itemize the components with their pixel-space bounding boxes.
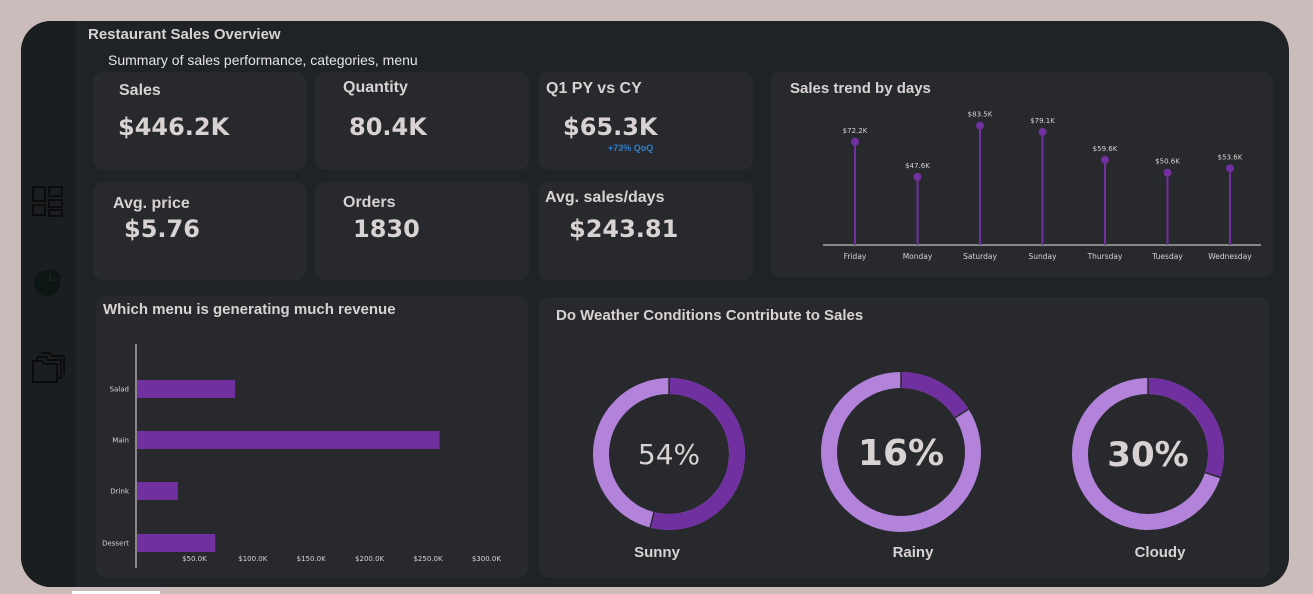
revenue-bar — [137, 431, 440, 449]
lollipop-point — [1163, 168, 1172, 177]
revenue-bar — [137, 380, 236, 398]
revenue-bar — [137, 482, 178, 500]
data-label: $72.2K — [843, 127, 868, 135]
weather-donuts: 54% 16% 30% — [593, 372, 1224, 532]
lollipop-point — [976, 121, 984, 130]
data-label: $79.1K — [1030, 117, 1055, 125]
page-subtitle: Summary of sales performance, categories… — [108, 52, 418, 68]
kpi-card-avg-sales-days: Avg. sales/days $243.81 — [538, 182, 753, 280]
kpi-label: Avg. price — [113, 195, 190, 212]
kpi-card-sales: Sales $446.2K — [93, 72, 306, 170]
qoq-delta-badge: +73% QoQ — [608, 143, 654, 153]
kpi-value: $65.3K — [563, 113, 658, 141]
donut-label-sunny: Sunny — [634, 544, 680, 561]
weather-card: Do Weather Conditions Contribute to Sale… — [539, 297, 1270, 578]
dashboard-icon[interactable] — [31, 185, 65, 219]
y-tick-label: Salad — [110, 386, 129, 394]
x-tick-label: $100.0K — [238, 555, 267, 563]
kpi-value: $243.81 — [569, 215, 679, 243]
y-tick-label: Main — [112, 437, 129, 445]
x-tick-label: $250.0K — [413, 555, 442, 563]
menu-revenue-card: Which menu is generating much revenue Sa… — [96, 296, 528, 578]
donut-label-rainy: Rainy — [892, 544, 934, 561]
x-tick-label: Tuesday — [1151, 252, 1183, 261]
x-tick-label: $300.0K — [472, 555, 501, 563]
donut-percent-label: 54% — [638, 438, 700, 471]
kpi-value: 1830 — [353, 215, 420, 243]
dashboard-frame: Restaurant Sales Overview Summary of sal… — [21, 21, 1289, 587]
kpi-label: Quantity — [343, 79, 408, 96]
y-tick-label: Dessert — [102, 540, 129, 548]
kpi-card-avg-price: Avg. price $5.76 — [93, 182, 306, 280]
kpi-value: $446.2K — [118, 113, 230, 141]
kpi-value: $5.76 — [124, 215, 200, 243]
kpi-label: Avg. sales/days — [545, 189, 665, 206]
sales-trend-chart: $72.2K Friday $47.6K Monday $83.5K Saturday $7… — [823, 111, 1261, 261]
sales-trend-card: Sales trend by days $72.2K Friday $47.6K Mo… — [770, 72, 1273, 277]
y-tick-label: Drink — [110, 488, 130, 496]
data-label: $53.6K — [1218, 153, 1243, 161]
kpi-card-q1: Q1 PY vs CY $65.3K +73% QoQ — [538, 72, 753, 170]
kpi-value: 80.4K — [349, 113, 427, 141]
lollipop-point — [1101, 155, 1109, 164]
page-title: Restaurant Sales Overview — [88, 26, 281, 43]
donut-label-cloudy: Cloudy — [1134, 544, 1186, 561]
kpi-label: Orders — [343, 194, 396, 211]
x-tick-label: Friday — [844, 252, 867, 261]
data-label: $59.6K — [1093, 145, 1118, 153]
data-label: $50.6K — [1155, 158, 1180, 166]
kpi-label: Sales — [119, 82, 161, 99]
pie-chart-icon[interactable] — [31, 265, 65, 299]
folders-icon[interactable] — [31, 351, 65, 385]
lollipop-point — [913, 172, 922, 181]
donut-segment — [900, 372, 969, 418]
donut-percent-label: 16% — [858, 433, 944, 474]
kpi-card-quantity: Quantity 80.4K — [315, 72, 529, 170]
x-tick-label: Sunday — [1028, 252, 1057, 261]
lollipop-point — [851, 137, 859, 146]
kpi-card-orders: Orders 1830 — [315, 182, 529, 280]
x-tick-label: $150.0K — [297, 555, 326, 563]
x-tick-label: $50.0K — [182, 555, 207, 563]
x-tick-label: Wednesday — [1208, 252, 1252, 261]
lollipop-point — [1226, 164, 1234, 173]
x-tick-label: $200.0K — [355, 555, 384, 563]
sidebar — [21, 21, 76, 587]
menu-revenue-chart: Salad Main Drink Dessert $50.0K $100.0K $150.0… — [102, 344, 501, 568]
data-label: $47.6K — [905, 162, 930, 170]
lollipop-point — [1038, 127, 1047, 136]
revenue-bar — [137, 534, 216, 552]
donut-percent-label: 30% — [1107, 435, 1188, 475]
kpi-label: Q1 PY vs CY — [546, 80, 642, 97]
data-label: $83.5K — [968, 111, 993, 119]
x-tick-label: Monday — [903, 252, 933, 261]
x-tick-label: Thursday — [1087, 252, 1123, 261]
x-tick-label: Saturday — [963, 252, 997, 261]
